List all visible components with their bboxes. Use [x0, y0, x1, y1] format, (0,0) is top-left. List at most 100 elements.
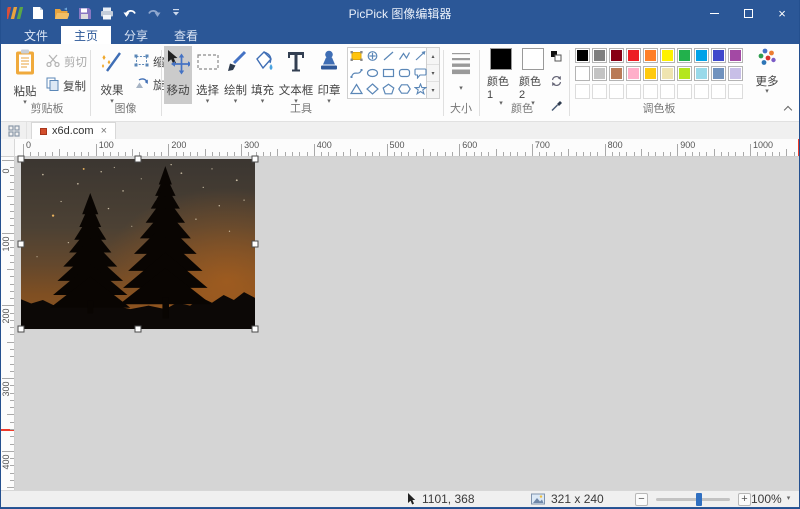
palette-swatch[interactable]: [677, 48, 692, 63]
redo-button[interactable]: [145, 5, 161, 21]
selection-handle-ne[interactable]: [251, 155, 259, 163]
shape-pentagon[interactable]: [380, 81, 396, 98]
selection-handle-sw[interactable]: [17, 325, 25, 333]
shape-circle-crosshair[interactable]: [364, 48, 380, 65]
gallery-scroll-up-button[interactable]: ▴: [427, 48, 439, 65]
palette-swatch[interactable]: [575, 66, 590, 81]
shape-star[interactable]: [412, 81, 428, 98]
minimize-button[interactable]: [697, 0, 731, 26]
palette-swatch[interactable]: [660, 66, 675, 81]
palette-swatch[interactable]: [609, 66, 624, 81]
palette-swatch[interactable]: [660, 48, 675, 63]
palette-swatch-empty[interactable]: [626, 84, 641, 99]
palette-swatch-empty[interactable]: [694, 84, 709, 99]
maximize-button[interactable]: [731, 0, 765, 26]
selection-handle-s[interactable]: [134, 325, 142, 333]
move-tool-button[interactable]: 移动: [164, 46, 192, 104]
document-tab-close-icon[interactable]: ×: [101, 125, 107, 137]
selection-handle-se[interactable]: [251, 325, 259, 333]
document-tab-label: x6d.com: [52, 125, 94, 137]
reset-colors-button[interactable]: [550, 74, 563, 92]
clipboard-group-label: 剪贴板: [30, 103, 64, 115]
gallery-scroll-down-button[interactable]: ▾: [427, 65, 439, 82]
color2-button[interactable]: 颜色2 ▾: [519, 48, 547, 107]
palette-swatch[interactable]: [609, 48, 624, 63]
close-button[interactable]: ×: [765, 0, 799, 26]
color1-button[interactable]: 颜色1 ▾: [487, 48, 515, 107]
palette-swatch[interactable]: [643, 66, 658, 81]
fill-tool-button[interactable]: 填充 ▾: [249, 46, 276, 105]
palette-swatch[interactable]: [677, 66, 692, 81]
collapse-ribbon-button[interactable]: [784, 105, 792, 113]
draw-tool-button[interactable]: 绘制 ▾: [222, 46, 249, 105]
shape-diamond[interactable]: [364, 81, 380, 98]
shape-selected-rectangle[interactable]: [348, 48, 364, 65]
palette-swatch[interactable]: [694, 48, 709, 63]
stamp-tool-button[interactable]: 印章 ▾: [315, 46, 343, 105]
shape-line[interactable]: [380, 48, 396, 65]
zoom-out-button[interactable]: −: [635, 492, 648, 506]
selection-handle-nw[interactable]: [17, 155, 25, 163]
shape-speech-balloon[interactable]: [412, 65, 428, 82]
palette-swatch[interactable]: [592, 48, 607, 63]
palette-swatch-empty[interactable]: [660, 84, 675, 99]
palette-swatch[interactable]: [626, 48, 641, 63]
shape-hexagon[interactable]: [396, 81, 412, 98]
zoom-slider[interactable]: [656, 492, 730, 506]
line-size-button[interactable]: ▾: [447, 46, 475, 104]
paste-button[interactable]: 粘贴 ▾: [7, 46, 43, 106]
new-file-button[interactable]: [30, 5, 46, 21]
shape-rectangle[interactable]: [380, 65, 396, 82]
open-file-button[interactable]: [53, 5, 69, 21]
customize-quick-access-button[interactable]: [168, 5, 184, 21]
palette-swatch[interactable]: [694, 66, 709, 81]
effects-button[interactable]: 效果 ▾: [94, 46, 130, 105]
palette-swatch[interactable]: [711, 48, 726, 63]
more-colors-button[interactable]: 更多 ▾: [748, 48, 786, 95]
canvas-image[interactable]: [17, 155, 259, 333]
palette-swatch[interactable]: [711, 66, 726, 81]
shape-triangle[interactable]: [348, 81, 364, 98]
shape-curve[interactable]: [348, 65, 364, 82]
undo-button[interactable]: [122, 5, 138, 21]
shape-rounded-rectangle[interactable]: [396, 65, 412, 82]
palette-swatch-empty[interactable]: [592, 84, 607, 99]
palette-swatch[interactable]: [575, 48, 590, 63]
shape-ellipse[interactable]: [364, 65, 380, 82]
copy-button[interactable]: 复制: [46, 77, 86, 94]
palette-swatch-empty[interactable]: [711, 84, 726, 99]
zoom-slider-thumb[interactable]: [696, 492, 702, 506]
swap-colors-button[interactable]: [550, 49, 563, 67]
shape-elbow-line[interactable]: [396, 48, 412, 65]
tab-file[interactable]: 文件: [11, 26, 61, 44]
palette-swatch[interactable]: [643, 48, 658, 63]
palette-swatch-empty[interactable]: [609, 84, 624, 99]
zoom-in-button[interactable]: +: [738, 492, 751, 506]
document-tab-active[interactable]: x6d.com ×: [31, 122, 117, 139]
select-tool-button[interactable]: 选择 ▾: [194, 46, 221, 105]
tab-share[interactable]: 分享: [111, 26, 161, 44]
cursor-position-value: 1101, 368: [422, 492, 475, 506]
zoom-level-group[interactable]: 100% ▾: [751, 491, 790, 507]
palette-swatch[interactable]: [626, 66, 641, 81]
print-button[interactable]: [99, 5, 115, 21]
palette-swatch[interactable]: [728, 48, 743, 63]
palette-swatch-empty[interactable]: [643, 84, 658, 99]
tab-home[interactable]: 主页: [61, 26, 112, 44]
palette-swatch-empty[interactable]: [575, 84, 590, 99]
gallery-more-button[interactable]: ▾: [427, 82, 439, 98]
cut-button[interactable]: 剪切: [46, 54, 87, 70]
save-button[interactable]: [76, 5, 92, 21]
palette-swatch-empty[interactable]: [728, 84, 743, 99]
selection-handle-e[interactable]: [251, 240, 259, 248]
textbox-tool-button[interactable]: 文本框 ▾: [277, 46, 315, 105]
selection-handle-w[interactable]: [17, 240, 25, 248]
tab-view[interactable]: 查看: [161, 26, 211, 44]
shape-arrow-line[interactable]: [412, 48, 428, 65]
palette-swatch[interactable]: [728, 66, 743, 81]
selection-handle-n[interactable]: [134, 155, 142, 163]
palette-swatch-empty[interactable]: [677, 84, 692, 99]
palette-swatch[interactable]: [592, 66, 607, 81]
window-switcher-button[interactable]: [1, 122, 27, 139]
select-label: 选择: [196, 85, 219, 97]
